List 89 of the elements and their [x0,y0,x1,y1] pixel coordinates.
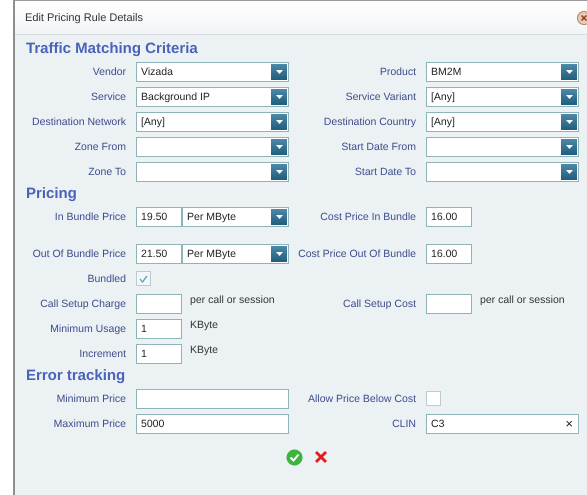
field-value: [Any] [430,116,456,128]
dropdown-field[interactable]: [Any] [426,112,579,132]
input-field[interactable]: 16.00 [426,244,472,264]
dropdown-field[interactable] [426,136,579,156]
price-field[interactable]: 19.50 [136,206,182,226]
dropdown-button[interactable] [271,164,287,180]
field-value: Vizada [140,66,174,78]
field-label: Out Of Bundle Price [32,248,126,260]
unit-label: per call or session [480,294,565,306]
input-field[interactable]: 1 [136,344,182,364]
caret-icon [566,120,572,124]
field-value: BM2M [430,66,462,78]
field-label: Minimum Usage [50,322,126,334]
dropdown-button[interactable] [271,138,287,154]
field-label: Increment [79,348,126,360]
checkbox[interactable] [136,271,151,286]
field-label: Destination Country [324,116,416,128]
unit-dropdown[interactable]: Per MByte [182,206,289,226]
field-label: CLIN [392,418,416,430]
field-label: Maximum Price [54,418,126,430]
field-label: In Bundle Price [54,210,126,222]
section-heading: Pricing [26,184,78,204]
field-label: Cost Price In Bundle [320,210,416,222]
field-label: Service [90,90,126,102]
check-icon [139,274,148,282]
caret-icon [276,120,282,124]
clear-button[interactable]: × [560,416,578,431]
caret-icon [276,170,282,174]
dropdown-field[interactable]: BM2M [426,62,579,82]
caret-icon [276,70,282,74]
field-label: Minimum Price [56,392,126,404]
section-heading: Traffic Matching Criteria [26,39,199,59]
dropdown-button[interactable] [271,246,287,262]
field-value: Background IP [140,90,210,102]
field-label: Cost Price Out Of Bundle [298,248,416,260]
caret-icon [276,144,282,148]
price-field[interactable]: 21.50 [136,244,182,264]
caret-icon [276,252,282,256]
dropdown-button[interactable] [271,208,287,224]
dropdown-button[interactable] [271,114,287,130]
field-label: Product [380,66,416,78]
field-label: Vendor [92,66,126,78]
caret-icon [566,94,572,98]
dropdown-field[interactable] [426,162,579,182]
checkbox[interactable] [426,391,441,406]
field-label: Service Variant [346,90,416,102]
input-field[interactable]: 1 [136,318,182,338]
field-label: Call Setup Cost [343,298,416,310]
field-value: [Any] [430,90,456,102]
input-field[interactable]: 16.00 [426,206,472,226]
caret-icon [566,144,572,148]
field-label: Start Date From [341,140,416,152]
field-label: Call Setup Charge [40,298,126,310]
dropdown-button[interactable] [561,88,577,104]
dropdown-field[interactable]: Background IP [136,86,289,106]
unit-label: KByte [190,318,218,330]
input-field[interactable]: 5000 [136,414,289,434]
dropdown-button[interactable] [271,88,287,104]
dropdown-button[interactable] [271,64,287,80]
dropdown-button[interactable] [561,138,577,154]
dropdown-field[interactable] [136,136,289,156]
unit-label: per call or session [190,294,275,306]
dropdown-field[interactable]: Vizada [136,62,289,82]
dropdown-field[interactable] [136,162,289,182]
unit-dropdown[interactable]: Per MByte [182,244,289,264]
confirm-button[interactable] [286,448,304,466]
dropdown-button[interactable] [561,114,577,130]
input-field[interactable]: C3 × [426,414,579,434]
caret-icon [566,70,572,74]
section-heading: Error tracking [26,366,126,386]
field-label: Destination Network [32,116,126,128]
field-label: Start Date To [354,166,416,178]
input-field[interactable] [136,388,289,408]
input-field[interactable] [136,294,182,314]
dropdown-button[interactable] [561,164,577,180]
unit-label: KByte [190,344,218,356]
field-label: Zone To [88,166,126,178]
caret-icon [566,170,572,174]
window-title: Edit Pricing Rule Details [25,12,143,24]
dropdown-field[interactable]: [Any] [136,112,289,132]
field-value: [Any] [140,116,166,128]
caret-icon [276,94,282,98]
caret-icon [276,214,282,218]
field-label: Allow Price Below Cost [308,392,416,404]
field-label: Zone From [74,140,126,152]
field-label: Bundled [87,272,126,284]
dropdown-field[interactable]: [Any] [426,86,579,106]
input-field[interactable] [426,294,472,314]
dropdown-button[interactable] [561,64,577,80]
